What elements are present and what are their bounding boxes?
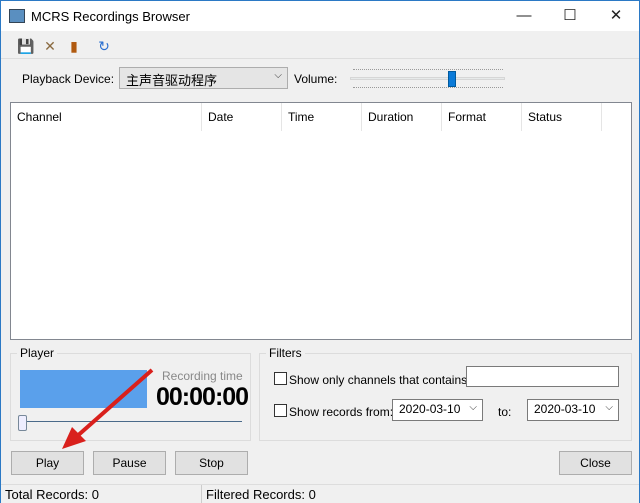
total-records: Total Records: 0 xyxy=(5,487,99,502)
filtered-records: Filtered Records: 0 xyxy=(206,487,316,502)
refresh-icon[interactable]: ↻ xyxy=(95,37,113,55)
player-preview xyxy=(20,370,147,408)
seek-slider[interactable] xyxy=(21,421,242,422)
stop-button[interactable]: Stop xyxy=(175,451,248,475)
volume-thumb[interactable] xyxy=(448,71,456,87)
status-bar: Total Records: 0 Filtered Records: 0 xyxy=(1,484,639,503)
toolbar: 💾 ✕ ▮ ↻ xyxy=(1,31,639,59)
date-filter-label: Show records from: xyxy=(289,405,394,419)
filters-title: Filters xyxy=(266,346,305,360)
column-header-status[interactable]: Status xyxy=(522,103,602,131)
date-filter-checkbox[interactable] xyxy=(274,404,287,417)
from-date-value: 2020-03-10 xyxy=(399,402,461,416)
maximize-button[interactable]: ☐ xyxy=(547,1,593,31)
save-icon[interactable]: 💾 xyxy=(17,37,35,55)
app-icon xyxy=(9,9,25,23)
status-divider xyxy=(201,485,202,503)
to-date-value: 2020-03-10 xyxy=(534,402,596,416)
delete-icon[interactable]: ✕ xyxy=(41,37,59,55)
column-header-date[interactable]: Date xyxy=(202,103,282,131)
recording-clock: 00:00:00 xyxy=(156,383,249,411)
chevron-down-icon: ⌵ xyxy=(274,70,282,81)
playback-device-select[interactable]: 主声音驱动程序 ⌵ xyxy=(119,67,288,89)
chevron-down-icon: ⌵ xyxy=(469,402,477,413)
channel-filter-checkbox[interactable] xyxy=(274,372,287,385)
volume-ticks xyxy=(353,87,503,90)
seek-thumb[interactable] xyxy=(18,415,27,431)
recording-time-label: Recording time xyxy=(162,369,243,383)
column-header-format[interactable]: Format xyxy=(442,103,522,131)
to-label: to: xyxy=(498,405,512,419)
playback-device-value: 主声音驱动程序 xyxy=(126,73,218,88)
volume-label: Volume: xyxy=(294,72,338,86)
chevron-down-icon: ⌵ xyxy=(605,402,613,413)
channel-filter-label: Show only channels that contains: xyxy=(289,373,471,387)
playback-device-label: Playback Device: xyxy=(22,72,115,86)
play-button[interactable]: Play xyxy=(11,451,84,475)
close-button[interactable]: Close xyxy=(559,451,632,475)
player-title: Player xyxy=(17,346,58,360)
main-window: MCRS Recordings Browser — ☐ ✕ 💾 ✕ ▮ ↻ Pl… xyxy=(0,0,640,503)
minimize-button[interactable]: — xyxy=(501,1,547,31)
channel-filter-input[interactable] xyxy=(466,366,619,387)
column-header-channel[interactable]: Channel xyxy=(11,103,202,131)
volume-ticks xyxy=(353,69,503,72)
from-date-picker[interactable]: 2020-03-10 ⌵ xyxy=(392,399,483,421)
window-title: MCRS Recordings Browser xyxy=(31,9,190,24)
volume-slider[interactable] xyxy=(350,77,505,80)
recordings-list[interactable]: Channel Date Time Duration Format Status xyxy=(10,102,632,340)
column-header-time[interactable]: Time xyxy=(282,103,362,131)
to-date-picker[interactable]: 2020-03-10 ⌵ xyxy=(527,399,619,421)
audio-icon[interactable]: ▮ xyxy=(65,37,83,55)
column-header-duration[interactable]: Duration xyxy=(362,103,442,131)
title-bar: MCRS Recordings Browser — ☐ ✕ xyxy=(1,1,639,31)
pause-button[interactable]: Pause xyxy=(93,451,166,475)
close-window-button[interactable]: ✕ xyxy=(593,1,639,31)
